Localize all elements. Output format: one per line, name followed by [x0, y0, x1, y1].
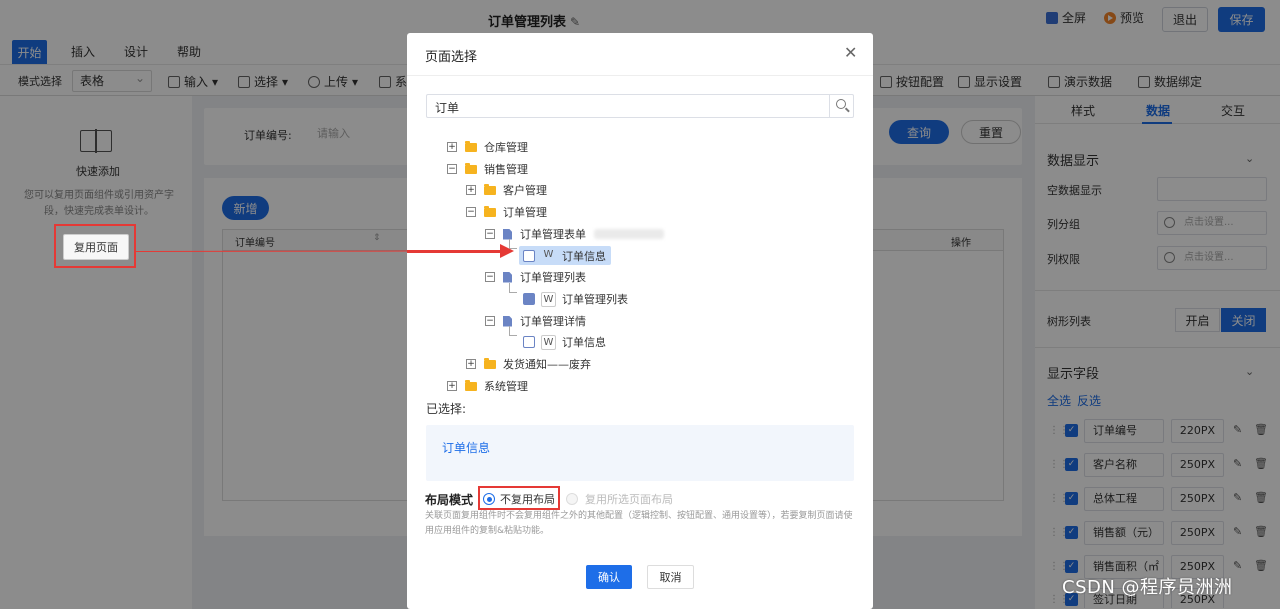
- tree-node-label: 订单管理表单: [520, 228, 586, 241]
- expand-icon[interactable]: +: [447, 142, 457, 152]
- watermark: CSDN @程序员洲洲: [1062, 577, 1233, 598]
- close-icon[interactable]: ✕: [844, 43, 857, 62]
- layout-mode-label: 布局模式: [425, 493, 474, 507]
- folder-icon: [465, 140, 477, 152]
- tree-node-label: 销售管理: [484, 163, 528, 176]
- page-search-value: 订单: [435, 101, 460, 115]
- folder-icon: [465, 162, 477, 174]
- tree-node-label: 订单信息: [562, 336, 606, 349]
- collapse-icon[interactable]: −: [447, 164, 457, 174]
- tree-node-customer[interactable]: + 客户管理: [466, 181, 547, 199]
- collapse-icon[interactable]: −: [485, 229, 495, 239]
- collapse-icon[interactable]: −: [485, 316, 495, 326]
- folder-icon: [484, 183, 496, 195]
- annotation-arrow: [407, 250, 505, 253]
- document-icon: [503, 271, 512, 283]
- web-badge: W: [541, 334, 556, 350]
- highlight-box: [478, 486, 560, 510]
- web-badge: W: [541, 291, 556, 307]
- expand-icon[interactable]: +: [466, 359, 476, 369]
- layout-note: 关联页面复用组件时不会复用组件之外的其他配置（逻辑控制、按钮配置、通用设置等），…: [425, 511, 853, 536]
- tree-node-system[interactable]: + 系统管理: [447, 377, 528, 395]
- expand-icon[interactable]: +: [447, 381, 457, 391]
- selected-box: 订单信息: [426, 425, 854, 481]
- tree-node-sales[interactable]: − 销售管理: [447, 160, 528, 178]
- detail-page-icon: [523, 336, 535, 348]
- tree-node-warehouse[interactable]: + 仓库管理: [447, 138, 528, 156]
- tree-node-order-list[interactable]: − 订单管理列表: [485, 268, 586, 286]
- confirm-button[interactable]: 确认: [586, 565, 632, 589]
- tree-node-label: 订单信息: [562, 249, 606, 263]
- cancel-button[interactable]: 取消: [647, 565, 694, 589]
- folder-icon: [484, 205, 496, 217]
- tree-node-shipping[interactable]: + 发货通知——废弃: [466, 355, 591, 373]
- tree-node-label: 订单管理详情: [520, 315, 586, 328]
- web-badge: W: [543, 249, 554, 260]
- arrow-head-icon: [500, 244, 514, 258]
- selected-value: 订单信息: [442, 441, 491, 455]
- tree-node-label: 订单管理列表: [562, 293, 628, 306]
- page-search-input[interactable]: 订单: [426, 94, 854, 118]
- folder-icon: [484, 357, 496, 369]
- expand-icon[interactable]: +: [466, 185, 476, 195]
- tree-node-label: 客户管理: [503, 184, 547, 197]
- document-icon: [503, 315, 512, 327]
- divider: [407, 75, 873, 76]
- tree-node-order-info-selected[interactable]: W 订单信息: [519, 246, 611, 265]
- tree-node-order-list-page[interactable]: W 订单管理列表: [523, 290, 628, 308]
- tree-node-label: 订单管理: [503, 206, 547, 219]
- tree-node-order[interactable]: − 订单管理: [466, 203, 547, 221]
- tree-node-label: 系统管理: [484, 380, 528, 393]
- page-select-dialog: 页面选择 ✕ 订单 + 仓库管理 − 销售管理 + 客户管理 − 订单管理 − 订单管理表…: [407, 33, 873, 609]
- page-icon: [523, 249, 535, 262]
- collapse-icon[interactable]: −: [466, 207, 476, 217]
- radio-disabled-icon: [566, 493, 578, 505]
- radio-reuse-layout: 复用所选页面布局: [566, 491, 673, 507]
- tree-node-label: 发货通知——废弃: [503, 358, 591, 371]
- tree-connector: [509, 326, 517, 336]
- folder-icon: [465, 379, 477, 391]
- search-icon: [836, 99, 846, 109]
- selected-label: 已选择:: [426, 402, 467, 416]
- radio-reuse-label: 复用所选页面布局: [585, 493, 673, 506]
- collapse-icon[interactable]: −: [485, 272, 495, 282]
- search-button[interactable]: [829, 95, 853, 117]
- document-icon: [503, 228, 512, 240]
- blurred-text: [594, 229, 664, 239]
- tree-node-label: 订单管理列表: [520, 271, 586, 284]
- highlight-box: [54, 224, 136, 268]
- dialog-title: 页面选择: [425, 50, 478, 65]
- tree-connector: [509, 283, 517, 293]
- tree-node-order-detail-page[interactable]: W 订单信息: [523, 333, 606, 351]
- tree-node-order-detail[interactable]: − 订单管理详情: [485, 312, 586, 330]
- tree-node-label: 仓库管理: [484, 141, 528, 154]
- table-icon: [523, 293, 535, 305]
